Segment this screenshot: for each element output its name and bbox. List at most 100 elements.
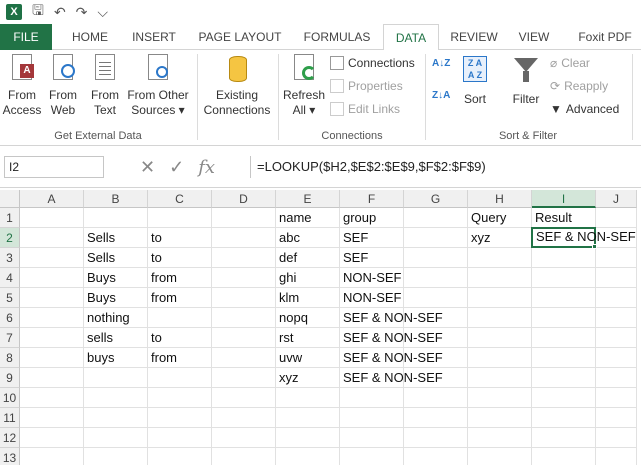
tab-view[interactable]: VIEW: [514, 24, 554, 50]
cell-h13[interactable]: [468, 448, 532, 465]
formula-input[interactable]: =LOOKUP($H2,$E$2:$E$9,$F$2:$F$9): [250, 156, 641, 178]
cell-e1[interactable]: name: [276, 208, 340, 228]
cell-j10[interactable]: [596, 388, 637, 408]
row-header-4[interactable]: 4: [0, 268, 20, 288]
cell-a11[interactable]: [20, 408, 84, 428]
cell-f7[interactable]: SEF & NON-SEF: [340, 328, 443, 348]
cell-e3[interactable]: def: [276, 248, 340, 268]
cell-g5[interactable]: [404, 288, 468, 308]
cell-b6[interactable]: nothing: [84, 308, 148, 328]
cell-a3[interactable]: [20, 248, 84, 268]
cell-j8[interactable]: [596, 348, 637, 368]
cell-b4[interactable]: Buys: [84, 268, 148, 288]
connections-button[interactable]: Connections: [330, 56, 415, 70]
cell-e7[interactable]: rst: [276, 328, 340, 348]
refresh-all-button[interactable]: Refresh All ▾: [281, 54, 327, 118]
cell-a5[interactable]: [20, 288, 84, 308]
cell-d13[interactable]: [212, 448, 276, 465]
tab-foxit-pdf[interactable]: Foxit PDF: [572, 24, 638, 50]
cell-c12[interactable]: [148, 428, 212, 448]
cell-h1[interactable]: Query: [468, 208, 532, 228]
column-header-f[interactable]: F: [340, 190, 404, 208]
cell-a8[interactable]: [20, 348, 84, 368]
column-header-j[interactable]: J: [596, 190, 637, 208]
cell-c9[interactable]: [148, 368, 212, 388]
row-header-2[interactable]: 2: [0, 228, 20, 248]
cell-f12[interactable]: [340, 428, 404, 448]
cell-c10[interactable]: [148, 388, 212, 408]
cell-d8[interactable]: [212, 348, 276, 368]
cell-i13[interactable]: [532, 448, 596, 465]
cell-j13[interactable]: [596, 448, 637, 465]
edit-links-button[interactable]: Edit Links: [330, 102, 400, 116]
from-text-button[interactable]: From Text: [86, 54, 124, 118]
cell-c3[interactable]: to: [148, 248, 212, 268]
cell-g1[interactable]: [404, 208, 468, 228]
cell-j11[interactable]: [596, 408, 637, 428]
tab-home[interactable]: HOME: [70, 24, 110, 50]
cancel-icon[interactable]: ✕: [140, 157, 155, 178]
undo-icon[interactable]: ↶: [54, 4, 66, 21]
cell-c2[interactable]: to: [148, 228, 212, 248]
cell-j1[interactable]: [596, 208, 637, 228]
cell-f6[interactable]: SEF & NON-SEF: [340, 308, 443, 328]
cell-b1[interactable]: [84, 208, 148, 228]
cell-g11[interactable]: [404, 408, 468, 428]
column-header-g[interactable]: G: [404, 190, 468, 208]
cell-f13[interactable]: [340, 448, 404, 465]
cell-c8[interactable]: from: [148, 348, 212, 368]
name-box[interactable]: I2: [4, 156, 104, 178]
row-header-6[interactable]: 6: [0, 308, 20, 328]
from-other-sources-button[interactable]: From Other Sources ▾: [126, 54, 190, 118]
cell-i2[interactable]: SEF & NON-SEF: [531, 227, 636, 248]
cell-f9[interactable]: SEF & NON-SEF: [340, 368, 443, 388]
cell-h11[interactable]: [468, 408, 532, 428]
cell-j7[interactable]: [596, 328, 637, 348]
cell-j5[interactable]: [596, 288, 637, 308]
cell-d2[interactable]: [212, 228, 276, 248]
cell-a1[interactable]: [20, 208, 84, 228]
cell-h2[interactable]: xyz: [468, 228, 532, 248]
cell-h10[interactable]: [468, 388, 532, 408]
cell-h4[interactable]: [468, 268, 532, 288]
cell-h9[interactable]: [468, 368, 532, 388]
cell-j6[interactable]: [596, 308, 637, 328]
cell-c7[interactable]: to: [148, 328, 212, 348]
tab-review[interactable]: REVIEW: [448, 24, 500, 50]
cell-c4[interactable]: from: [148, 268, 212, 288]
row-header-9[interactable]: 9: [0, 368, 20, 388]
existing-connections-button[interactable]: Existing Connections: [202, 54, 272, 118]
cell-a12[interactable]: [20, 428, 84, 448]
cell-i9[interactable]: [532, 368, 596, 388]
properties-button[interactable]: Properties: [330, 79, 403, 93]
save-icon[interactable]: 🖫: [32, 0, 44, 24]
cell-b3[interactable]: Sells: [84, 248, 148, 268]
reapply-button[interactable]: ⟳ Reapply: [550, 79, 608, 93]
cell-d11[interactable]: [212, 408, 276, 428]
cell-a10[interactable]: [20, 388, 84, 408]
cell-h12[interactable]: [468, 428, 532, 448]
cell-j12[interactable]: [596, 428, 637, 448]
row-header-11[interactable]: 11: [0, 408, 20, 428]
cell-e6[interactable]: nopq: [276, 308, 340, 328]
cell-b13[interactable]: [84, 448, 148, 465]
insert-function-icon[interactable]: fx: [198, 157, 215, 178]
cell-c5[interactable]: from: [148, 288, 212, 308]
cell-e8[interactable]: uvw: [276, 348, 340, 368]
cell-d9[interactable]: [212, 368, 276, 388]
cell-d1[interactable]: [212, 208, 276, 228]
cell-b12[interactable]: [84, 428, 148, 448]
row-header-12[interactable]: 12: [0, 428, 20, 448]
cell-f4[interactable]: NON-SEF: [340, 268, 404, 288]
cell-h8[interactable]: [468, 348, 532, 368]
column-header-i[interactable]: I: [532, 190, 596, 208]
cell-i1[interactable]: Result: [532, 208, 596, 228]
column-header-c[interactable]: C: [148, 190, 212, 208]
redo-icon[interactable]: ↷: [76, 4, 88, 21]
cell-g3[interactable]: [404, 248, 468, 268]
from-web-button[interactable]: From Web: [44, 54, 82, 118]
cell-c13[interactable]: [148, 448, 212, 465]
cell-a4[interactable]: [20, 268, 84, 288]
cell-g2[interactable]: [404, 228, 468, 248]
cell-e13[interactable]: [276, 448, 340, 465]
